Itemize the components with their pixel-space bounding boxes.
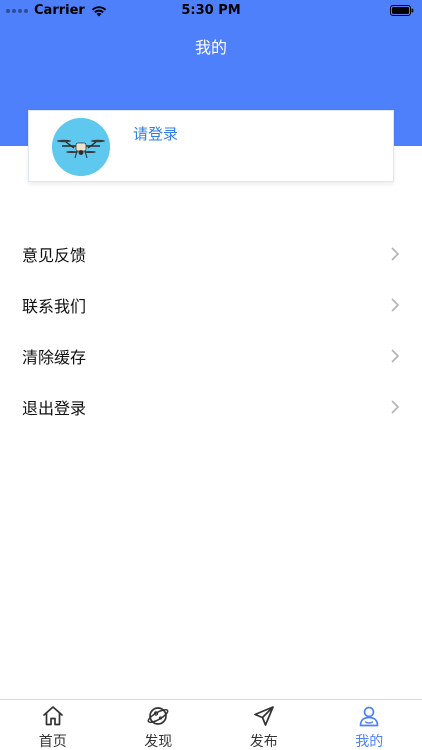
- tab-label: 我的: [355, 734, 384, 750]
- home-icon: [42, 706, 63, 726]
- tab-label: 发现: [144, 734, 173, 750]
- tab-discover[interactable]: 发现: [106, 700, 212, 750]
- settings-menu: 意见反馈 联系我们 清除缓存 退出登录: [0, 228, 422, 432]
- chevron-right-icon: [391, 400, 400, 414]
- tab-mine[interactable]: 我的: [317, 700, 422, 750]
- menu-item-logout[interactable]: 退出登录: [0, 381, 422, 432]
- battery-icon: [390, 5, 414, 16]
- status-bar: Carrier 5:30 PM: [0, 0, 422, 22]
- menu-item-label: 退出登录: [22, 399, 87, 418]
- drone-avatar[interactable]: [52, 118, 110, 176]
- menu-item-feedback[interactable]: 意见反馈: [0, 228, 422, 279]
- tab-bar: 首页 发现 发布 我的: [0, 699, 422, 750]
- profile-page: Carrier 5:30 PM 我的 请登录 意见反馈 联系我们 清除缓存 退出…: [0, 0, 422, 750]
- login-link[interactable]: 请登录: [133, 123, 178, 144]
- chevron-right-icon: [391, 349, 400, 363]
- chevron-right-icon: [391, 247, 400, 261]
- planet-icon: [147, 707, 169, 725]
- menu-item-label: 清除缓存: [22, 348, 87, 367]
- page-title: 我的: [194, 38, 227, 57]
- menu-item-contact[interactable]: 联系我们: [0, 279, 422, 330]
- tab-publish[interactable]: 发布: [211, 700, 317, 750]
- menu-item-label: 意见反馈: [22, 246, 87, 265]
- tab-label: 发布: [249, 734, 278, 750]
- tab-label: 首页: [38, 734, 67, 750]
- menu-item-clear-cache[interactable]: 清除缓存: [0, 330, 422, 381]
- profile-card[interactable]: 请登录: [28, 110, 394, 182]
- drone-icon: [52, 118, 110, 176]
- tab-home[interactable]: 首页: [0, 700, 106, 750]
- chevron-right-icon: [391, 298, 400, 312]
- user-icon: [359, 706, 379, 727]
- menu-item-label: 联系我们: [22, 297, 87, 316]
- status-time: 5:30 PM: [181, 3, 241, 18]
- send-icon: [253, 706, 274, 726]
